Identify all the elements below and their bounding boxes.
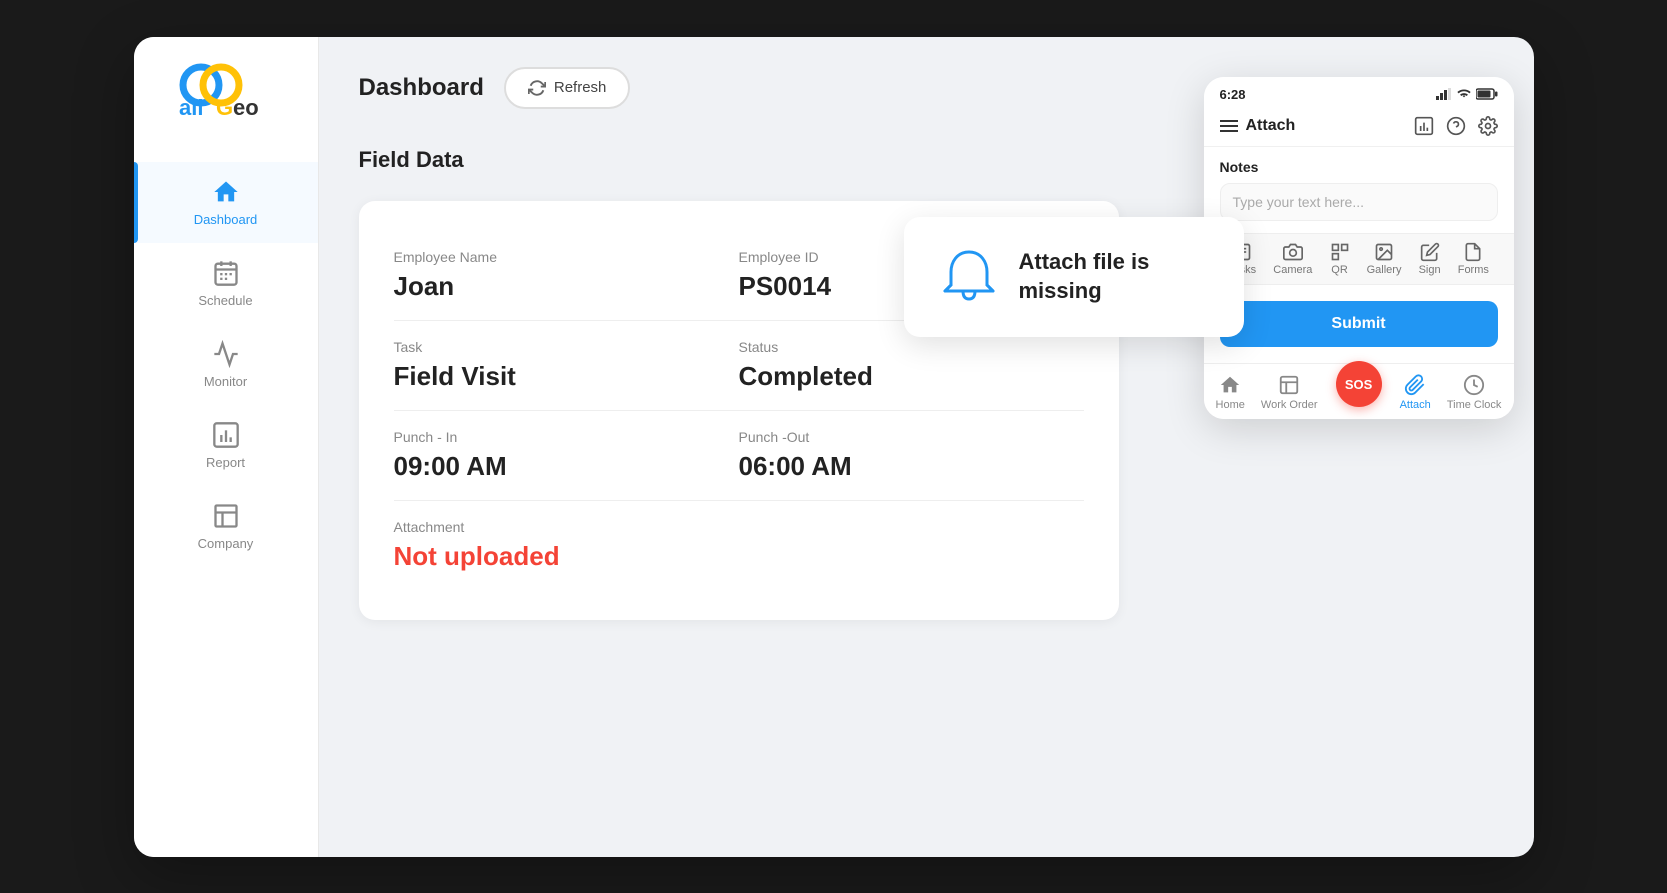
punch-in-value: 09:00 AM [394, 451, 739, 482]
attachment-value: Not uploaded [394, 541, 739, 572]
refresh-icon [528, 79, 546, 97]
phone-submit-section: Submit [1204, 285, 1514, 363]
sidebar-label-schedule: Schedule [198, 293, 252, 308]
sidebar-navigation: Dashboard Schedule Monitor [134, 162, 318, 567]
phone-notes-section: Notes Type your text here... [1204, 147, 1514, 233]
punch-in-label: Punch - In [394, 429, 739, 445]
phone-icon-camera[interactable]: Camera [1273, 242, 1312, 276]
attachment-row: Attachment Not uploaded [394, 501, 1084, 590]
phone-nav-timeclock[interactable]: Time Clock [1447, 374, 1502, 411]
phone-status-bar: 6:28 [1204, 77, 1514, 108]
task-group: Task Field Visit [394, 339, 739, 392]
phone-nav-bar: Home Work Order SOS Attach [1204, 363, 1514, 419]
employee-name-group: Employee Name Joan [394, 249, 739, 302]
sidebar: all G eo Dashboard Schedule [134, 37, 319, 857]
sidebar-label-report: Report [206, 455, 245, 470]
battery-icon [1476, 88, 1498, 100]
task-label: Task [394, 339, 739, 355]
logo: all G eo [151, 57, 301, 132]
sidebar-item-monitor[interactable]: Monitor [134, 324, 318, 405]
sidebar-label-company: Company [198, 536, 254, 551]
clock-icon [1463, 374, 1485, 396]
phone-mockup: 6:28 [1204, 77, 1514, 419]
punch-out-group: Punch -Out 06:00 AM [739, 429, 1084, 482]
phone-header: Attach [1204, 108, 1514, 147]
punch-row: Punch - In 09:00 AM Punch -Out 06:00 AM [394, 411, 1084, 501]
phone-nav-workorder[interactable]: Work Order [1261, 374, 1318, 411]
attachment-group: Attachment Not uploaded [394, 519, 739, 572]
phone-nav-attach[interactable]: Attach [1400, 374, 1431, 411]
app-container: all G eo Dashboard Schedule [134, 37, 1534, 857]
sidebar-label-monitor: Monitor [204, 374, 247, 389]
status-value: Completed [739, 361, 1084, 392]
notification-message: Attach file is missing [1019, 248, 1209, 305]
svg-text:all: all [179, 95, 203, 120]
phone-nav-home[interactable]: Home [1216, 374, 1245, 411]
phone-status-icons [1436, 88, 1498, 100]
sidebar-item-dashboard[interactable]: Dashboard [134, 162, 318, 243]
refresh-button[interactable]: Refresh [504, 67, 631, 109]
attach-icon [1404, 374, 1426, 396]
notes-label: Notes [1220, 159, 1498, 175]
chart-icon[interactable] [1414, 116, 1434, 136]
notification-popup: Attach file is missing [904, 217, 1244, 337]
sidebar-label-dashboard: Dashboard [194, 212, 258, 227]
phone-icon-forms[interactable]: Forms [1458, 242, 1489, 276]
sidebar-item-schedule[interactable]: Schedule [134, 243, 318, 324]
punch-in-group: Punch - In 09:00 AM [394, 429, 739, 482]
phone-header-left: Attach [1220, 117, 1296, 135]
punch-out-label: Punch -Out [739, 429, 1084, 445]
bell-icon [939, 247, 999, 307]
signal-icon [1436, 88, 1452, 100]
menu-icon[interactable] [1220, 119, 1238, 133]
help-icon[interactable] [1446, 116, 1466, 136]
svg-text:eo: eo [233, 95, 259, 120]
task-value: Field Visit [394, 361, 739, 392]
phone-submit-button[interactable]: Submit [1220, 301, 1498, 347]
home-icon [1219, 374, 1241, 396]
svg-text:G: G [216, 95, 233, 120]
field-data-title: Field Data [359, 147, 464, 173]
employee-name-value: Joan [394, 271, 739, 302]
page-title: Dashboard [359, 74, 484, 102]
phone-bottom-icons: Tasks Camera QR Gallery Sign Forms [1204, 233, 1514, 285]
sidebar-item-company[interactable]: Company [134, 486, 318, 567]
refresh-label: Refresh [554, 79, 607, 96]
status-label: Status [739, 339, 1084, 355]
notes-input[interactable]: Type your text here... [1220, 183, 1498, 221]
punch-out-value: 06:00 AM [739, 451, 1084, 482]
wifi-icon [1456, 88, 1472, 100]
attachment-label: Attachment [394, 519, 739, 535]
phone-attach-label: Attach [1246, 117, 1296, 135]
workorder-icon [1278, 374, 1300, 396]
phone-header-icons [1414, 116, 1498, 136]
settings-icon[interactable] [1478, 116, 1498, 136]
sos-button[interactable]: SOS [1336, 361, 1382, 407]
status-group: Status Completed [739, 339, 1084, 392]
employee-name-label: Employee Name [394, 249, 739, 265]
sidebar-item-report[interactable]: Report [134, 405, 318, 486]
phone-time: 6:28 [1220, 87, 1246, 102]
sos-wrapper: SOS [1334, 381, 1384, 403]
phone-icon-sign[interactable]: Sign [1419, 242, 1441, 276]
phone-icon-gallery[interactable]: Gallery [1367, 242, 1402, 276]
phone-icon-qr[interactable]: QR [1330, 242, 1350, 276]
